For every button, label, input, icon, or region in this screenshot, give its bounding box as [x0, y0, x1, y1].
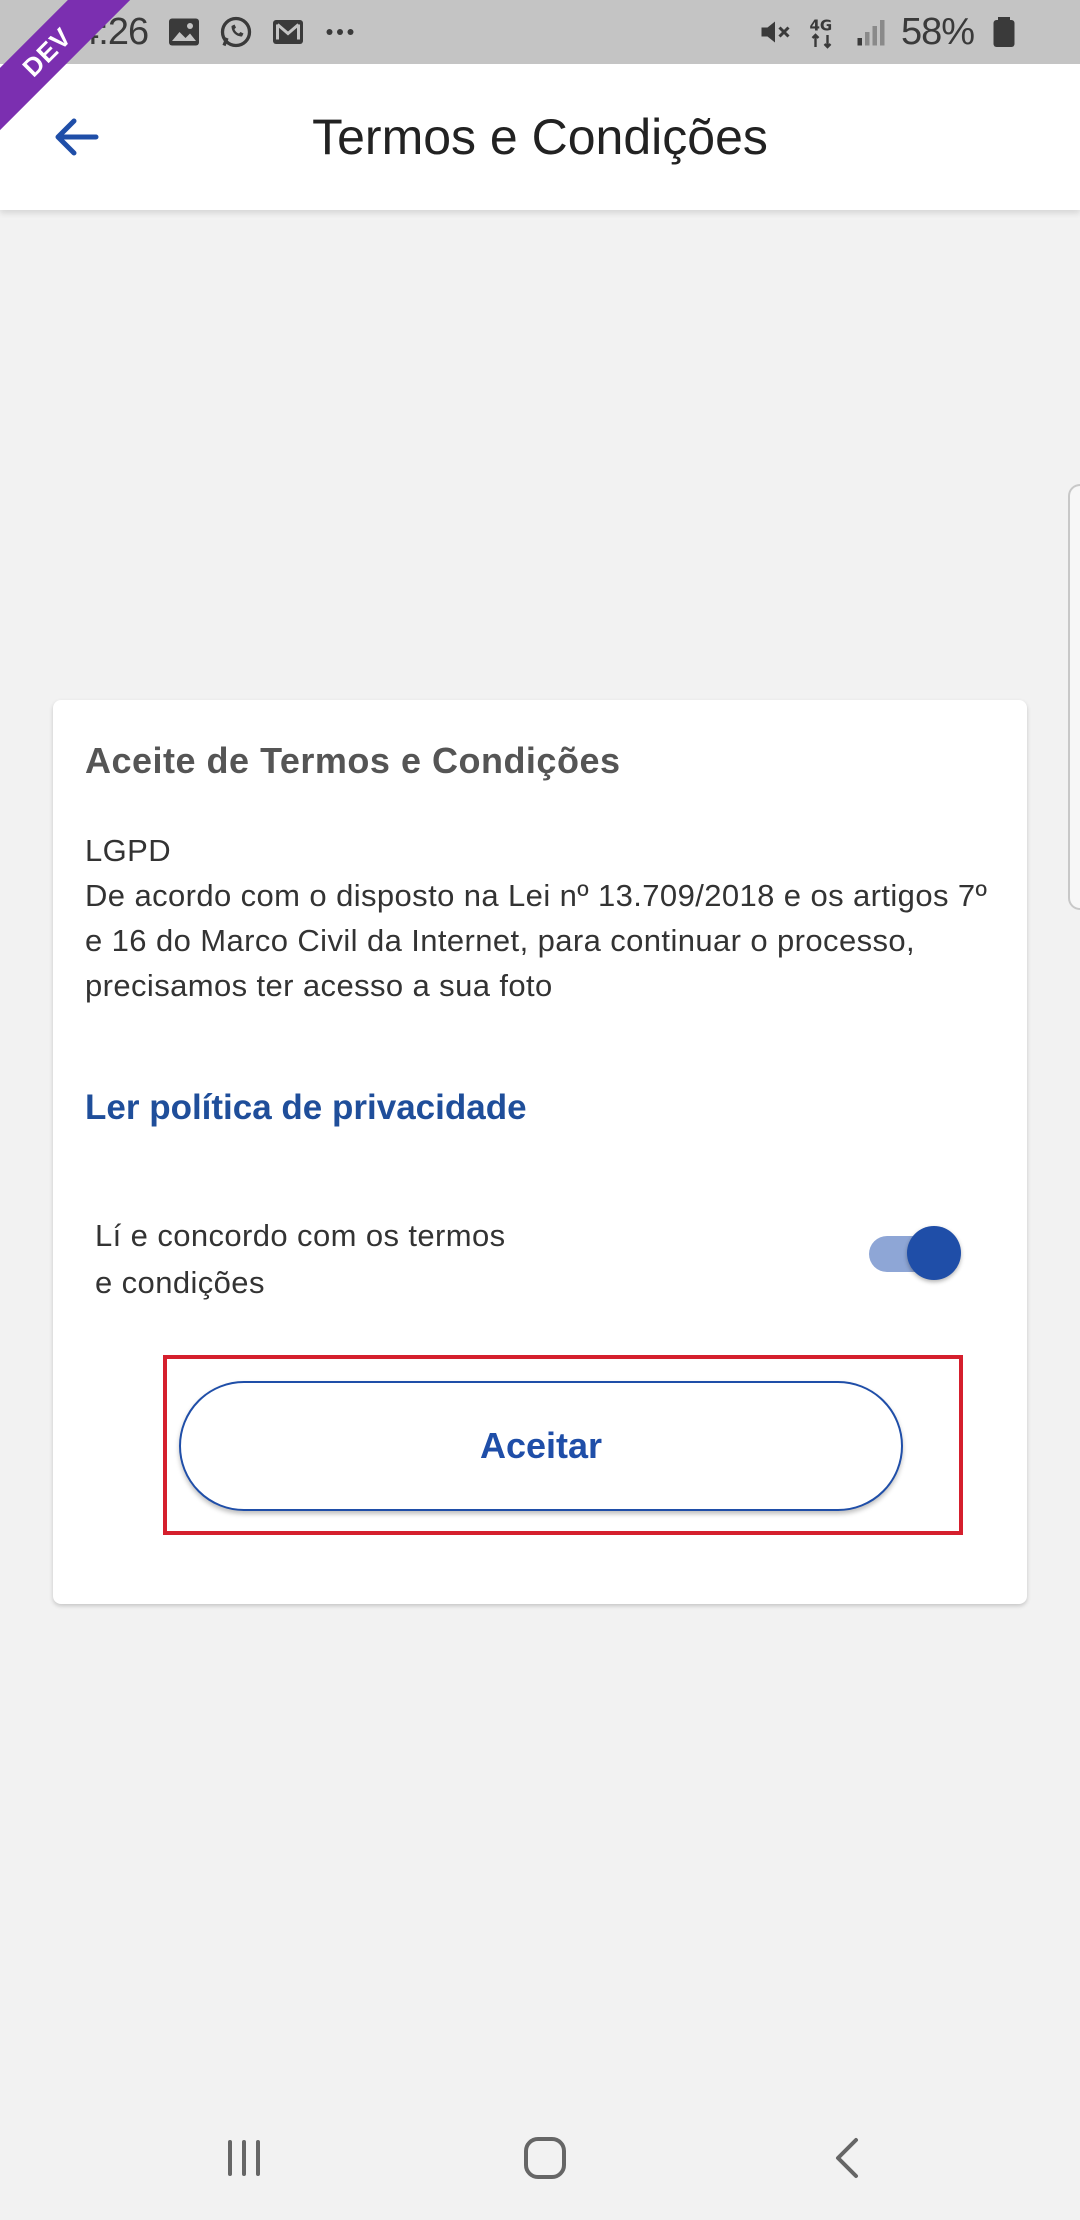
back-icon: [828, 2134, 868, 2182]
agree-label: Lí e concordo com os termos e condições: [95, 1218, 506, 1300]
navigation-bar: [0, 2098, 1080, 2220]
system-back-button[interactable]: [808, 2128, 888, 2188]
battery-percent: 58%: [900, 10, 975, 53]
battery-icon: [986, 14, 1022, 50]
svg-text:4G: 4G: [809, 17, 832, 35]
privacy-policy-link[interactable]: Ler política de privacidade: [85, 1088, 527, 1128]
page-title: Termos e Condições: [312, 109, 768, 165]
edge-panel-handle[interactable]: [1068, 484, 1080, 910]
terms-card: Aceite de Termos e Condições LGPD De aco…: [53, 700, 1027, 1604]
body-heading: LGPD: [85, 833, 172, 868]
image-icon: [166, 14, 202, 50]
4g-icon: 4G: [805, 14, 841, 50]
screen: 14:26 4G 58% DEV Termos e Condições Acei…: [0, 0, 1080, 2220]
app-bar: Termos e Condições: [0, 64, 1080, 210]
card-body: LGPD De acordo com o disposto na Lei nº …: [85, 828, 1005, 1008]
status-bar: 14:26 4G 58%: [0, 0, 1080, 64]
signal-icon: [853, 14, 889, 50]
toggle-thumb: [907, 1226, 961, 1280]
recent-apps-button[interactable]: [204, 2128, 284, 2188]
recent-apps-icon: [222, 2136, 266, 2180]
gmail-icon: [270, 14, 306, 50]
accept-button[interactable]: Aceitar: [179, 1381, 903, 1511]
status-system-icons: 4G 58%: [757, 11, 1022, 54]
status-notification-icons: [166, 14, 358, 50]
home-button[interactable]: [505, 2128, 585, 2188]
more-dots-icon: [322, 14, 358, 50]
card-title: Aceite de Termos e Condições: [85, 740, 621, 781]
agree-toggle[interactable]: [865, 1226, 961, 1282]
whatsapp-icon: [218, 14, 254, 50]
mute-icon: [757, 14, 793, 50]
body-text: De acordo com o disposto na Lei nº 13.70…: [85, 878, 988, 1003]
home-icon: [521, 2134, 569, 2182]
